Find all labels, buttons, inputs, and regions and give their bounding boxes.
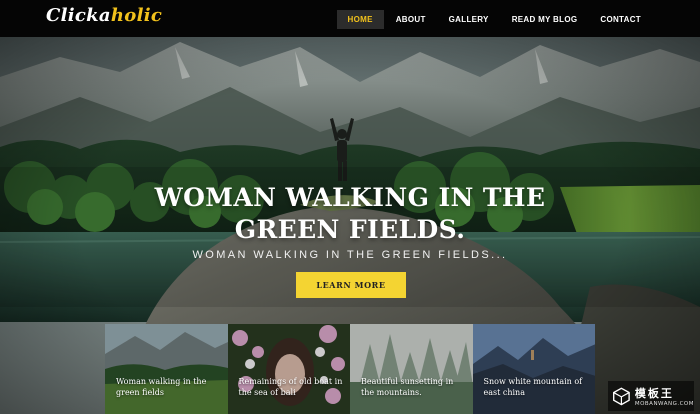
gallery-card-4[interactable]: Snow white mountain of east china [472, 324, 595, 414]
logo-text-accent: holic [110, 5, 163, 26]
card-caption: Remainings of old boat in the sea of bal… [238, 377, 343, 397]
card-caption: Woman walking in the green fields [116, 377, 207, 397]
top-navbar: Clickaholic HOME ABOUT GALLERY READ MY B… [0, 0, 700, 37]
gallery-cards: Woman walking in the green fields Remain… [105, 324, 595, 414]
nav-item-blog[interactable]: READ MY BLOG [501, 10, 589, 29]
card-image-misty-forest [350, 324, 473, 414]
gallery-card-1[interactable]: Woman walking in the green fields [105, 324, 228, 414]
nav-item-about[interactable]: ABOUT [385, 10, 437, 29]
gallery-card-2[interactable]: Remainings of old boat in the sea of bal… [227, 324, 350, 414]
learn-more-button[interactable]: LEARN MORE [296, 272, 406, 298]
gallery-card-3[interactable]: Beautiful sunsetting in the mountains. [350, 324, 473, 414]
nav-item-contact[interactable]: CONTACT [589, 10, 652, 29]
site-watermark: 模板王 MOBANWANG.COM [608, 381, 694, 411]
card-caption: Beautiful sunsetting in the mountains. [361, 377, 454, 397]
card-image-snow-mountain [472, 324, 595, 414]
nav-item-gallery[interactable]: GALLERY [438, 10, 500, 29]
cube-logo-icon [613, 387, 630, 406]
hero-headline: WOMAN WALKING IN THE GREEN FIELDS. [154, 183, 546, 244]
watermark-en: MOBANWANG.COM [634, 401, 694, 407]
watermark-text: 模板王 MOBANWANG.COM [635, 385, 694, 407]
card-image-green-fields [105, 324, 228, 414]
site-logo[interactable]: Clickaholic [46, 5, 162, 26]
main-nav: HOME ABOUT GALLERY READ MY BLOG CONTACT [336, 10, 653, 29]
card-caption: Snow white mountain of east china [483, 377, 583, 397]
nav-item-home[interactable]: HOME [336, 10, 384, 29]
card-image-flowers-portrait [227, 324, 350, 414]
logo-text-main: Clicka [46, 5, 111, 26]
hero-subheadline: WOMAN WALKING IN THE GREEN FIELDS... [192, 249, 508, 261]
watermark-cn: 模板王 [634, 387, 674, 400]
